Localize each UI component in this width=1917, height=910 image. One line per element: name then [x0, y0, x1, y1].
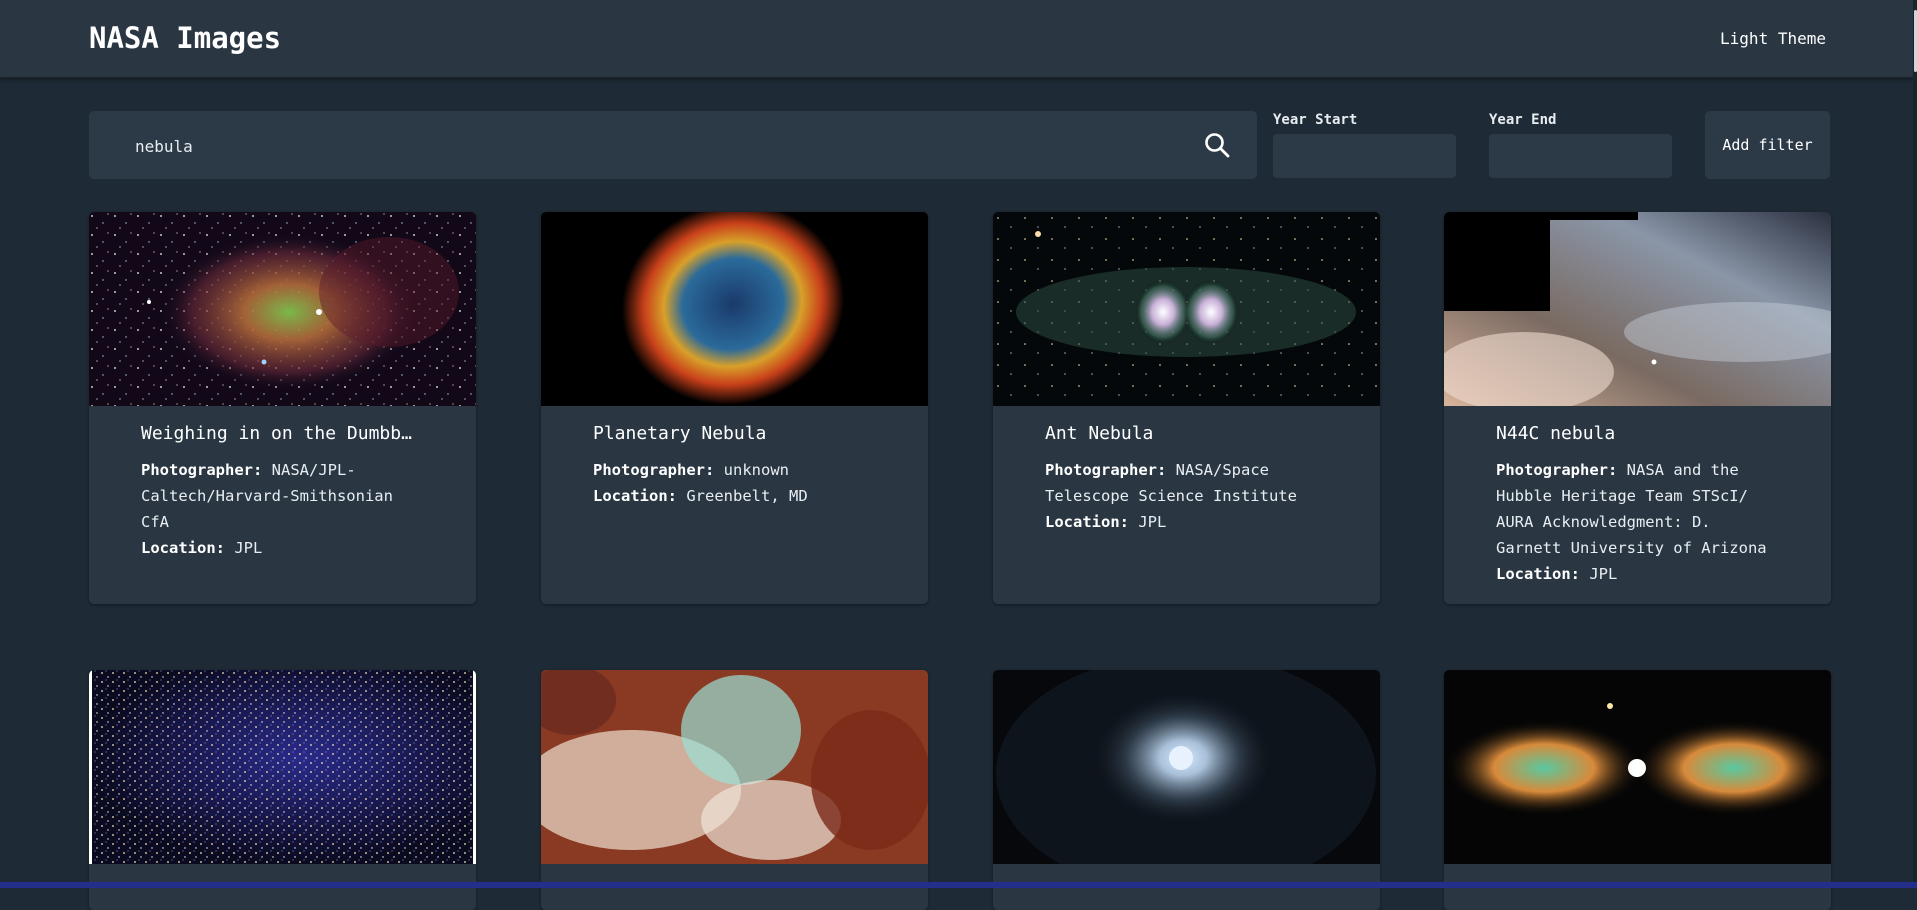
card-title[interactable]: N44C nebula: [1496, 423, 1779, 444]
location-value: JPL: [1138, 513, 1167, 531]
search-input[interactable]: [133, 111, 1137, 181]
location-label: Location:: [593, 487, 677, 505]
image-card[interactable]: [1444, 670, 1831, 910]
search-bar: [89, 111, 1257, 181]
location-value: JPL: [234, 539, 263, 557]
year-end-input[interactable]: [1489, 134, 1672, 178]
location-value: JPL: [1589, 565, 1618, 583]
year-start-input[interactable]: [1273, 134, 1456, 178]
location-value: Greenbelt, MD: [686, 487, 808, 505]
image-card[interactable]: Weighing in on the Dumbb… Photographer: …: [89, 212, 476, 604]
photographer-label: Photographer:: [593, 461, 715, 479]
image-card[interactable]: Ant Nebula Photographer: NASA/Space Tele…: [993, 212, 1380, 604]
location-label: Location:: [141, 539, 225, 557]
location-label: Location:: [1496, 565, 1580, 583]
ring-nebula-image[interactable]: [541, 212, 928, 406]
dumbbell-nebula-image[interactable]: [89, 212, 476, 406]
scrollbar[interactable]: [1913, 0, 1917, 888]
helix-nebula-image[interactable]: [993, 670, 1380, 864]
taskbar-strip: [0, 882, 1917, 888]
n44c-nebula-image[interactable]: [1444, 212, 1831, 406]
image-card[interactable]: [993, 670, 1380, 910]
year-start-label: Year Start: [1273, 112, 1358, 128]
image-card[interactable]: N44C nebula Photographer: NASA and the H…: [1444, 212, 1831, 604]
ant-nebula-image[interactable]: [993, 212, 1380, 406]
app-header: NASA Images Light Theme: [0, 0, 1913, 78]
pixelated-nebula-image[interactable]: [541, 670, 928, 864]
image-card[interactable]: Planetary Nebula Photographer: unknown L…: [541, 212, 928, 604]
photographer-label: Photographer:: [1496, 461, 1618, 479]
photographer-value: unknown: [723, 461, 789, 479]
theme-toggle-button[interactable]: Light Theme: [1720, 29, 1826, 48]
card-title[interactable]: Planetary Nebula: [593, 423, 876, 444]
star-field-image[interactable]: [89, 670, 476, 864]
location-label: Location:: [1045, 513, 1129, 531]
image-card[interactable]: [89, 670, 476, 910]
twin-jet-nebula-image[interactable]: [1444, 670, 1831, 864]
card-title[interactable]: Weighing in on the Dumbb…: [141, 423, 424, 444]
app-title: NASA Images: [89, 21, 282, 55]
card-title[interactable]: Ant Nebula: [1045, 423, 1328, 444]
year-end-label: Year End: [1489, 112, 1557, 128]
image-card[interactable]: [541, 670, 928, 910]
photographer-label: Photographer:: [141, 461, 263, 479]
photographer-label: Photographer:: [1045, 461, 1167, 479]
search-icon[interactable]: [1203, 131, 1231, 159]
add-filter-button[interactable]: Add filter: [1705, 111, 1830, 179]
